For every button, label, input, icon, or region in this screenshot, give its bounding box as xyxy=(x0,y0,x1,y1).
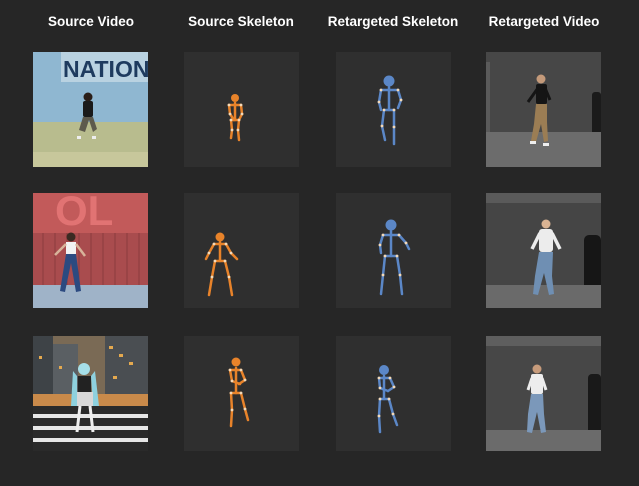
source-skeleton-1 xyxy=(184,52,299,167)
retargeted-video-frame-2 xyxy=(486,193,601,308)
sign-text-nation: NATION xyxy=(63,56,148,82)
retargeted-skeleton-1 xyxy=(336,52,451,167)
retargeted-skeleton-3 xyxy=(336,336,451,451)
header-source-video: Source Video xyxy=(47,14,135,29)
source-video-frame-1: NATION xyxy=(33,52,148,167)
source-skeleton-3 xyxy=(184,336,299,451)
retargeted-video-frame-3 xyxy=(486,336,601,451)
source-video-frame-3 xyxy=(33,336,148,451)
retargeted-video-frame-1 xyxy=(486,52,601,167)
header-retargeted-skeleton: Retargeted Skeleton xyxy=(327,14,459,29)
source-skeleton-2 xyxy=(184,193,299,308)
sign-text-ol: OL xyxy=(55,193,113,234)
source-video-frame-2: OL xyxy=(33,193,148,308)
header-source-skeleton: Source Skeleton xyxy=(188,14,294,29)
retargeted-skeleton-2 xyxy=(336,193,451,308)
header-retargeted-video: Retargeted Video xyxy=(488,14,600,29)
